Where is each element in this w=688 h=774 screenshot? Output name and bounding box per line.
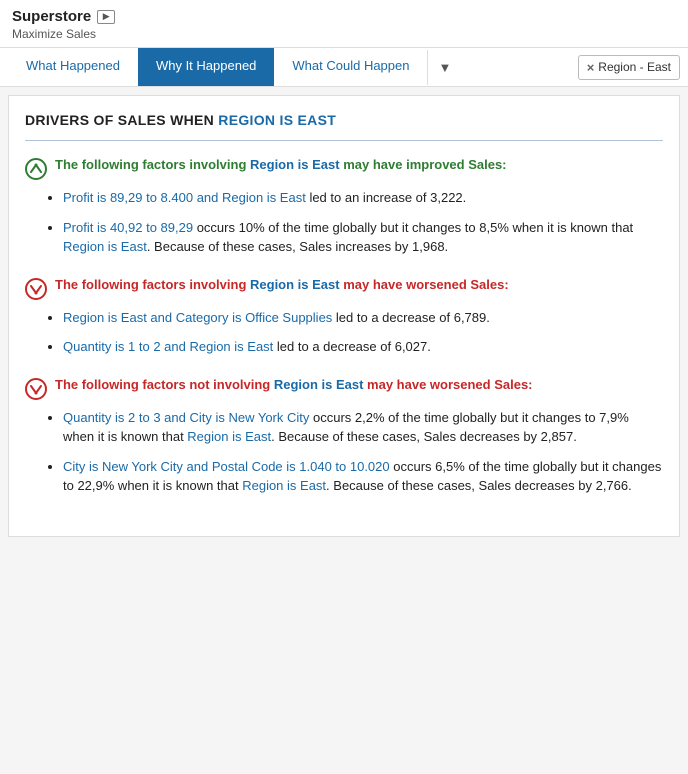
- bullet-link[interactable]: Profit is 89,29 to 8.400 and Region is E…: [63, 190, 306, 205]
- bullet-link[interactable]: Quantity is 2 to 3 and City is New York …: [63, 410, 309, 425]
- list-item: Profit is 40,92 to 89,29 occurs 10% of t…: [63, 218, 663, 257]
- bullet-link[interactable]: Quantity is 1 to 2 and Region is East: [63, 339, 273, 354]
- nav-dropdown-button[interactable]: ▼: [427, 50, 461, 85]
- section-title-highlight: REGION IS EAST: [218, 112, 336, 128]
- tab-what-could-happen[interactable]: What Could Happen: [274, 48, 427, 86]
- improved-icon: [25, 158, 47, 180]
- worsened-icon: [25, 278, 47, 300]
- worsened-not-bullets: Quantity is 2 to 3 and City is New York …: [55, 408, 663, 496]
- region-east-link[interactable]: Region is East: [187, 429, 271, 444]
- improved-region-link[interactable]: Region is East: [250, 157, 340, 172]
- insight-heading-worsened-not: The following factors not involving Regi…: [55, 377, 533, 392]
- list-item: Quantity is 1 to 2 and Region is East le…: [63, 337, 663, 357]
- filter-chip-label: Region - East: [598, 60, 671, 74]
- worsened-not-region-link[interactable]: Region is East: [274, 377, 364, 392]
- insight-block-worsened-not: The following factors not involving Regi…: [25, 377, 663, 496]
- region-east-link[interactable]: Region is East: [242, 478, 326, 493]
- app-header: Superstore ▶ Maximize Sales: [0, 0, 688, 48]
- worsened-region-link[interactable]: Region is East: [250, 277, 340, 292]
- bullet-link[interactable]: Region is East and Category is Office Su…: [63, 310, 332, 325]
- nav-bar: What Happened Why It Happened What Could…: [0, 48, 688, 87]
- app-subtitle: Maximize Sales: [12, 27, 676, 41]
- section-divider: [25, 140, 663, 141]
- bullet-link[interactable]: Profit is 40,92 to 89,29: [63, 220, 193, 235]
- region-east-link[interactable]: Region is East: [63, 239, 147, 254]
- app-title: Superstore: [12, 8, 91, 25]
- worsened-bullets: Region is East and Category is Office Su…: [55, 308, 663, 357]
- insight-header-worsened-not: The following factors not involving Regi…: [25, 377, 663, 400]
- insight-header-improved: The following factors involving Region i…: [25, 157, 663, 180]
- section-title: DRIVERS OF SALES WHEN REGION IS EAST: [25, 112, 663, 128]
- improved-bullets: Profit is 89,29 to 8.400 and Region is E…: [55, 188, 663, 257]
- insight-block-worsened: The following factors involving Region i…: [25, 277, 663, 357]
- worsened-not-icon: [25, 378, 47, 400]
- tab-why-it-happened[interactable]: Why It Happened: [138, 48, 274, 86]
- insight-heading-improved: The following factors involving Region i…: [55, 157, 507, 172]
- main-content: DRIVERS OF SALES WHEN REGION IS EAST The…: [8, 95, 680, 537]
- list-item: Quantity is 2 to 3 and City is New York …: [63, 408, 663, 447]
- list-item: Region is East and Category is Office Su…: [63, 308, 663, 328]
- filter-chip-remove-icon[interactable]: ×: [587, 60, 595, 75]
- tab-what-happened[interactable]: What Happened: [8, 48, 138, 86]
- bullet-link[interactable]: City is New York City and Postal Code is…: [63, 459, 390, 474]
- insight-block-improved: The following factors involving Region i…: [25, 157, 663, 257]
- section-title-prefix: DRIVERS OF SALES WHEN: [25, 112, 218, 128]
- list-item: City is New York City and Postal Code is…: [63, 457, 663, 496]
- insight-header-worsened: The following factors involving Region i…: [25, 277, 663, 300]
- filter-chip-region-east[interactable]: × Region - East: [578, 55, 680, 80]
- insight-heading-worsened: The following factors involving Region i…: [55, 277, 509, 292]
- play-icon[interactable]: ▶: [97, 10, 115, 24]
- list-item: Profit is 89,29 to 8.400 and Region is E…: [63, 188, 663, 208]
